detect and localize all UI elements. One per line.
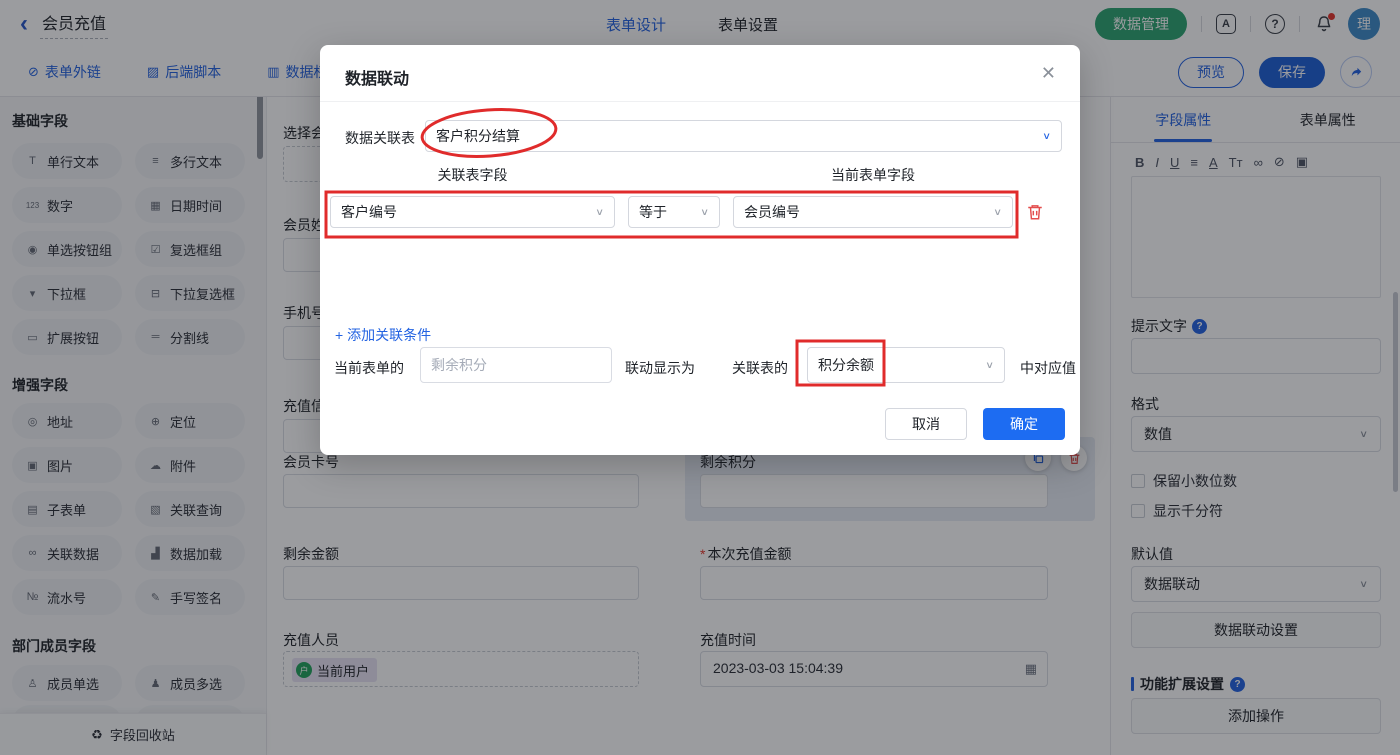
delete-condition-button[interactable] xyxy=(1026,203,1044,221)
relation-field-select[interactable]: 客户编号 xyxy=(330,196,615,228)
column-header-current-field: 当前表单字段 xyxy=(733,165,1013,185)
cancel-button[interactable]: 取消 xyxy=(885,408,967,440)
relation-table-label: 数据关联表 xyxy=(345,128,415,148)
mapping-middle-label: 联动显示为 xyxy=(625,358,695,378)
trash-icon xyxy=(1026,203,1044,221)
confirm-button[interactable]: 确定 xyxy=(983,408,1065,440)
relation-table-select[interactable]: 客户积分结算 xyxy=(425,120,1062,152)
add-condition-link[interactable]: + 添加关联条件 xyxy=(335,325,431,345)
mapping-relation-label: 关联表的 xyxy=(732,358,788,378)
mapping-suffix-label: 中对应值 xyxy=(1020,358,1076,378)
relation-table-value: 客户积分结算 xyxy=(436,126,520,146)
mapping-target-select[interactable]: 积分余额 xyxy=(807,347,1005,383)
mapping-source-input[interactable] xyxy=(420,347,612,383)
operator-value: 等于 xyxy=(639,202,667,222)
current-field-value: 会员编号 xyxy=(744,202,800,222)
operator-select[interactable]: 等于 xyxy=(628,196,720,228)
modal-title: 数据联动 xyxy=(345,65,409,89)
current-field-select[interactable]: 会员编号 xyxy=(733,196,1013,228)
mapping-prefix-label: 当前表单的 xyxy=(334,358,404,378)
data-linkage-modal: 数据联动 ✕ 数据关联表 客户积分结算 关联表字段 当前表单字段 客户编号 等于… xyxy=(320,45,1080,455)
close-icon[interactable]: ✕ xyxy=(1041,63,1056,84)
relation-field-value: 客户编号 xyxy=(341,202,397,222)
column-header-relation-field: 关联表字段 xyxy=(330,165,615,185)
mapping-target-value: 积分余额 xyxy=(818,355,874,375)
modal-divider xyxy=(320,101,1080,102)
